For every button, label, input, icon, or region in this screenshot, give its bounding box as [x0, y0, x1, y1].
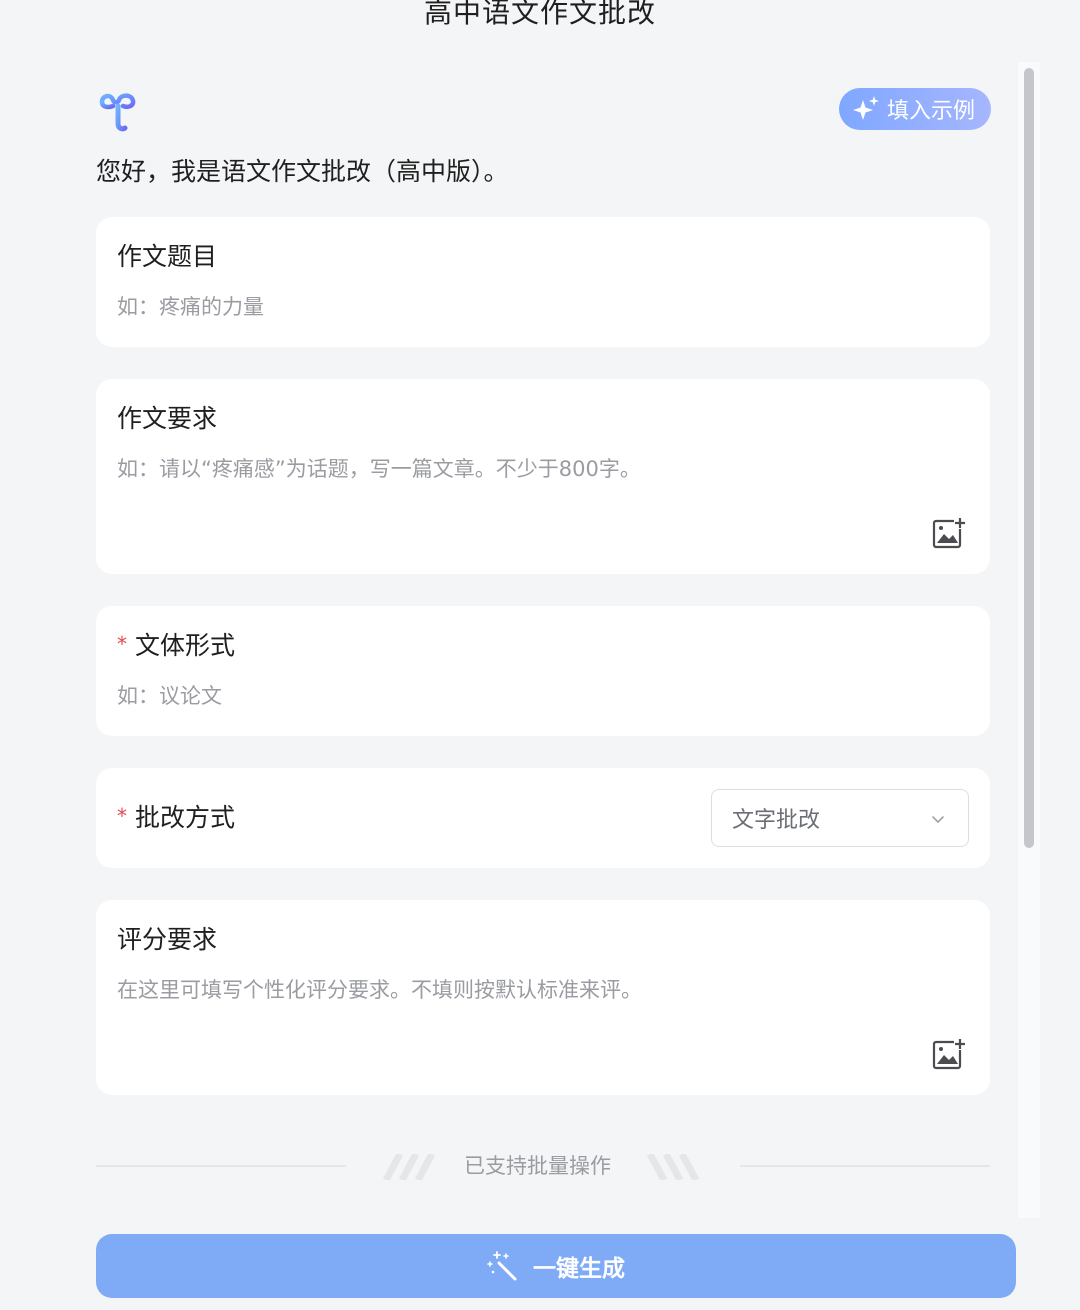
topic-card[interactable]: 作文题目 如：疼痛的力量	[96, 217, 990, 347]
genre-label: * 文体形式	[117, 628, 235, 665]
scoring-label: 评分要求	[117, 925, 218, 954]
image-upload-icon[interactable]	[932, 1037, 966, 1071]
batch-support-text: 已支持批量操作	[464, 1154, 611, 1178]
sparkle-icon	[852, 96, 879, 120]
image-upload-icon[interactable]	[932, 516, 966, 550]
page-title: 高中语文作文批改	[423, 0, 656, 29]
divider-right	[740, 1165, 990, 1167]
topic-input[interactable]: 如：疼痛的力量	[117, 291, 264, 323]
method-card: * 批改方式 文字批改	[96, 768, 990, 868]
fill-example-label: 填入示例	[886, 99, 975, 124]
divider-left	[96, 1165, 346, 1167]
requirements-card[interactable]: 作文要求 如：请以“疼痛感”为话题，写一篇文章。不少于800字。	[96, 379, 990, 574]
greeting-text: 您好，我是语文作文批改（高中版）。	[96, 157, 509, 186]
generate-label: 一键生成	[533, 1256, 625, 1282]
method-label-text: 批改方式	[135, 803, 236, 832]
genre-card[interactable]: * 文体形式 如：议论文	[96, 606, 990, 736]
fill-example-button[interactable]: 填入示例	[839, 88, 991, 130]
logo-icon	[99, 93, 136, 132]
scrollbar[interactable]	[1018, 62, 1040, 1218]
method-label: * 批改方式	[117, 800, 235, 837]
batch-support-row: 已支持批量操作	[96, 1152, 990, 1196]
required-mark: *	[117, 632, 127, 656]
topic-label: 作文题目	[117, 242, 218, 271]
requirements-input[interactable]: 如：请以“疼痛感”为话题，写一篇文章。不少于800字。	[117, 453, 641, 485]
genre-input[interactable]: 如：议论文	[117, 680, 222, 712]
generate-button[interactable]: 一键生成	[96, 1234, 1016, 1298]
slashes-left-icon	[382, 1154, 436, 1180]
scoring-card[interactable]: 评分要求 在这里可填写个性化评分要求。不填则按默认标准来评。	[96, 900, 990, 1095]
genre-label-text: 文体形式	[135, 631, 236, 660]
magic-wand-icon	[487, 1251, 517, 1281]
slashes-right-icon	[646, 1154, 700, 1180]
scrollbar-thumb[interactable]	[1024, 68, 1034, 848]
chevron-down-icon	[932, 816, 944, 823]
requirements-label: 作文要求	[117, 404, 218, 433]
page: 高中语文作文批改 填入示例 您好，我是语文作文批改（高中版）。 作文题目 如：疼…	[0, 0, 1080, 1310]
scoring-input[interactable]: 在这里可填写个性化评分要求。不填则按默认标准来评。	[117, 974, 642, 1006]
required-mark: *	[117, 804, 127, 828]
form-scroll-area[interactable]: 填入示例 您好，我是语文作文批改（高中版）。 作文题目 如：疼痛的力量 作文要求…	[0, 60, 1018, 1218]
method-select[interactable]: 文字批改	[711, 789, 969, 847]
method-selected-value: 文字批改	[732, 808, 821, 833]
